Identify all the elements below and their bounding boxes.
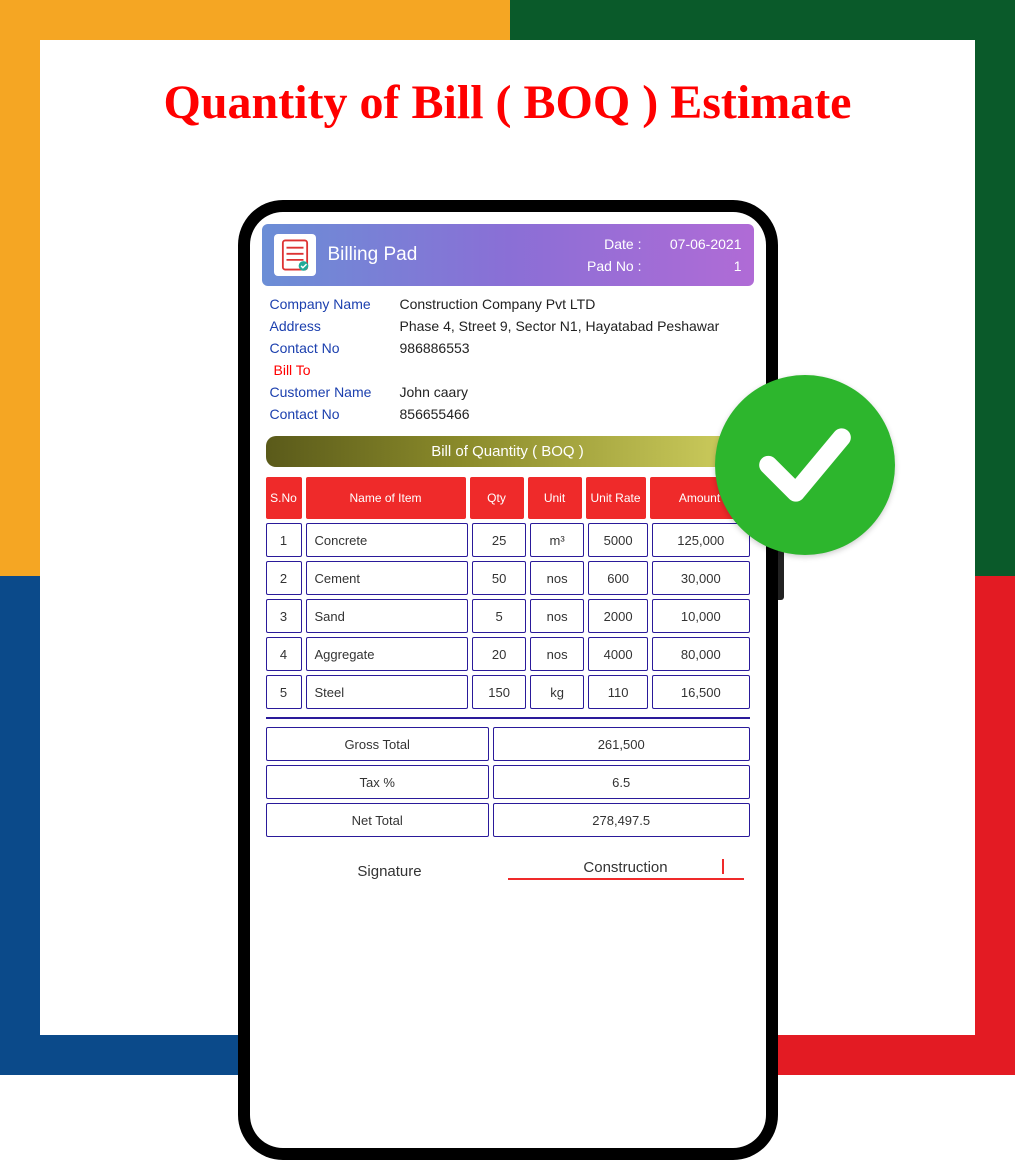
- bill-to-label: Bill To: [274, 362, 746, 378]
- company-contact-value: 986886553: [400, 340, 746, 356]
- company-name-label: Company Name: [270, 296, 400, 312]
- cell-qty: 150: [472, 675, 526, 709]
- phone-screen: Billing Pad Date : 07-06-2021 Pad No : 1…: [250, 212, 766, 1148]
- cell-amount: 80,000: [652, 637, 749, 671]
- cell-amount: 30,000: [652, 561, 749, 595]
- cell-amount: 10,000: [652, 599, 749, 633]
- frame-border: [510, 0, 1015, 40]
- company-name-value: Construction Company Pvt LTD: [400, 296, 746, 312]
- tax-row: Tax % 6.5: [266, 765, 750, 799]
- cell-rate: 110: [588, 675, 648, 709]
- cell-qty: 25: [472, 523, 526, 557]
- customer-name-value: John caary: [400, 384, 746, 400]
- customer-contact-label: Contact No: [270, 406, 400, 422]
- page-title: Quantity of Bill ( BOQ ) Estimate: [40, 75, 975, 130]
- date-value: 07-06-2021: [652, 233, 742, 255]
- cell-sno: 5: [266, 675, 302, 709]
- cell-unit: m³: [530, 523, 584, 557]
- cell-unit: nos: [530, 637, 584, 671]
- col-name: Name of Item: [306, 477, 466, 519]
- cell-name: Sand: [306, 599, 469, 633]
- col-rate: Unit Rate: [586, 477, 646, 519]
- cell-amount: 16,500: [652, 675, 749, 709]
- gross-total-row: Gross Total 261,500: [266, 727, 750, 761]
- cell-unit: nos: [530, 561, 584, 595]
- frame-border: [0, 576, 40, 1075]
- net-total-label: Net Total: [266, 803, 489, 837]
- tax-value: 6.5: [493, 765, 750, 799]
- cell-sno: 1: [266, 523, 302, 557]
- table-divider: [266, 717, 750, 719]
- cell-amount: 125,000: [652, 523, 749, 557]
- phone-frame: Billing Pad Date : 07-06-2021 Pad No : 1…: [238, 200, 778, 1160]
- header-title: Billing Pad: [328, 244, 418, 266]
- cell-qty: 50: [472, 561, 526, 595]
- date-label: Date :: [587, 233, 642, 255]
- frame-border: [0, 40, 40, 576]
- cell-sno: 2: [266, 561, 302, 595]
- col-qty: Qty: [470, 477, 524, 519]
- cell-name: Cement: [306, 561, 469, 595]
- gross-total-label: Gross Total: [266, 727, 489, 761]
- boq-table: S.No Name of Item Qty Unit Unit Rate Amo…: [262, 477, 754, 837]
- pad-no-label: Pad No :: [587, 255, 642, 277]
- table-row: 4Aggregate20nos400080,000: [266, 637, 750, 671]
- company-contact-label: Contact No: [270, 340, 400, 356]
- cell-rate: 600: [588, 561, 648, 595]
- billing-pad-header: Billing Pad Date : 07-06-2021 Pad No : 1: [262, 224, 754, 286]
- table-row: 5Steel150kg11016,500: [266, 675, 750, 709]
- signature-label: Signature: [272, 863, 508, 880]
- signature-row: Signature Construction: [262, 859, 754, 880]
- cell-sno: 4: [266, 637, 302, 671]
- frame-border: [0, 0, 510, 40]
- customer-contact-value: 856655466: [400, 406, 746, 422]
- table-header-row: S.No Name of Item Qty Unit Unit Rate Amo…: [266, 477, 750, 519]
- cell-name: Aggregate: [306, 637, 469, 671]
- cell-name: Steel: [306, 675, 469, 709]
- signature-value[interactable]: Construction: [508, 859, 744, 880]
- net-total-value: 278,497.5: [493, 803, 750, 837]
- cell-rate: 2000: [588, 599, 648, 633]
- cell-rate: 5000: [588, 523, 648, 557]
- cell-unit: kg: [530, 675, 584, 709]
- table-row: 2Cement50nos60030,000: [266, 561, 750, 595]
- tax-label: Tax %: [266, 765, 489, 799]
- col-sno: S.No: [266, 477, 302, 519]
- checkmark-badge-icon: [715, 375, 895, 555]
- cell-rate: 4000: [588, 637, 648, 671]
- boq-section-title: Bill of Quantity ( BOQ ): [266, 436, 750, 467]
- customer-name-label: Customer Name: [270, 384, 400, 400]
- cell-qty: 5: [472, 599, 526, 633]
- table-row: 1Concrete25m³5000125,000: [266, 523, 750, 557]
- cell-sno: 3: [266, 599, 302, 633]
- cell-qty: 20: [472, 637, 526, 671]
- address-label: Address: [270, 318, 400, 334]
- table-row: 3Sand5nos200010,000: [266, 599, 750, 633]
- gross-total-value: 261,500: [493, 727, 750, 761]
- pad-no-value: 1: [652, 255, 742, 277]
- cell-name: Concrete: [306, 523, 469, 557]
- cell-unit: nos: [530, 599, 584, 633]
- address-value: Phase 4, Street 9, Sector N1, Hayatabad …: [400, 318, 746, 334]
- frame-border: [975, 40, 1015, 576]
- net-total-row: Net Total 278,497.5: [266, 803, 750, 837]
- col-unit: Unit: [528, 477, 582, 519]
- billing-pad-icon: [274, 234, 316, 276]
- frame-border: [975, 576, 1015, 1075]
